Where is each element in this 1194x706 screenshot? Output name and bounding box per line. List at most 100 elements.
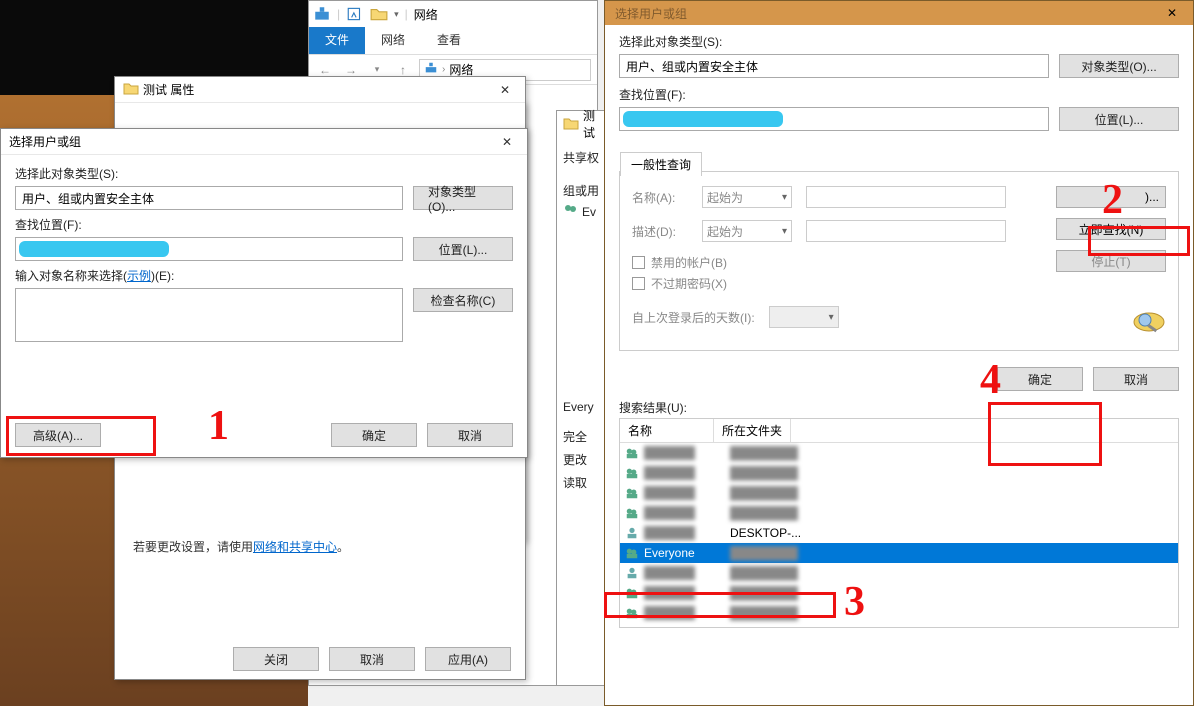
combo-value: 起始为	[707, 189, 743, 206]
title-text: 选择用户或组	[615, 5, 687, 22]
example-link[interactable]: 示例	[127, 269, 151, 283]
location-field	[15, 237, 403, 261]
properties-title: 测试 属性	[143, 81, 194, 98]
check-names-button[interactable]: 检查名称(C)	[413, 288, 513, 312]
enter-names-label-prefix: 输入对象名称来选择(	[15, 269, 127, 283]
result-row[interactable]: ██████████████	[620, 463, 1178, 483]
result-name: ██████	[644, 566, 726, 580]
select-users-adv-titlebar[interactable]: 选择用户或组 ✕	[605, 1, 1193, 25]
common-query-group: 一般性查询 名称(A): 起始为▾ 描述(D): 起始为▾ 禁用的帐户(B) 不…	[619, 171, 1179, 351]
full-control-label: 完全	[563, 428, 599, 445]
ok-button[interactable]: 确定	[331, 423, 417, 447]
result-row[interactable]: ██████████████	[620, 503, 1178, 523]
result-row[interactable]: ██████████████	[620, 563, 1178, 583]
object-type-field: 用户、组或内置安全主体	[15, 186, 403, 210]
find-now-button[interactable]: 立即查找(N)	[1056, 218, 1166, 240]
user-icon	[624, 566, 640, 580]
group-icon	[624, 586, 640, 600]
object-type-label: 选择此对象类型(S):	[15, 165, 513, 182]
results-list[interactable]: 名称 所在文件夹 ███████████████████████████████…	[619, 418, 1179, 628]
file-tab[interactable]: 文件	[309, 27, 365, 54]
result-folder: ████████	[730, 446, 798, 460]
group-icon	[624, 466, 640, 480]
enter-names-label-suffix: )(E):	[151, 269, 174, 283]
chevron-right-icon: ›	[442, 64, 445, 75]
properties-titlebar[interactable]: 测试 属性 ✕	[115, 77, 525, 103]
results-header[interactable]: 名称 所在文件夹	[620, 419, 1178, 443]
select-users-dialog: 选择用户或组 ✕ 选择此对象类型(S): 用户、组或内置安全主体 对象类型(O)…	[0, 128, 528, 458]
explorer-title: 网络	[414, 6, 438, 23]
view-tab[interactable]: 查看	[421, 27, 477, 54]
col-name-header[interactable]: 名称	[620, 419, 714, 442]
disabled-accounts-checkbox[interactable]: 禁用的帐户(B)	[632, 254, 1056, 271]
properties-quick-icon[interactable]	[346, 5, 364, 23]
app-icon	[313, 5, 331, 23]
col-folder-header[interactable]: 所在文件夹	[714, 419, 791, 442]
cancel-button[interactable]: 取消	[427, 423, 513, 447]
result-row[interactable]: ██████████████	[620, 603, 1178, 623]
result-name: Everyone	[644, 546, 726, 560]
group-icon	[624, 506, 640, 520]
qat-separator2: |	[405, 7, 408, 21]
chevron-down-icon: ▾	[782, 226, 787, 237]
result-folder: ████████	[730, 466, 798, 480]
columns-button[interactable]: )...	[1056, 186, 1166, 208]
result-row[interactable]: ██████████████	[620, 443, 1178, 463]
common-query-tab[interactable]: 一般性查询	[620, 152, 702, 176]
result-row[interactable]: ██████████████	[620, 583, 1178, 603]
object-types-button[interactable]: 对象类型(O)...	[413, 186, 513, 210]
desc-filter-combo[interactable]: 起始为▾	[702, 220, 792, 242]
checkbox-label: 禁用的帐户(B)	[651, 254, 727, 271]
search-results-icon	[1132, 307, 1166, 340]
name-filter-input[interactable]	[806, 186, 1006, 208]
object-names-input[interactable]	[15, 288, 403, 342]
result-name: ██████	[644, 446, 726, 460]
settings-hint-prefix: 若要更改设置，请使用	[133, 540, 253, 554]
object-type-field: 用户、组或内置安全主体	[619, 54, 1049, 78]
ok-button[interactable]: 确定	[997, 367, 1083, 391]
folder-icon	[563, 116, 579, 133]
result-name: ██████	[644, 466, 726, 480]
location-label: 查找位置(F):	[619, 86, 1179, 103]
result-row[interactable]: Everyone████████	[620, 543, 1178, 563]
result-row[interactable]: ██████████████	[620, 483, 1178, 503]
desc-filter-input[interactable]	[806, 220, 1006, 242]
explorer-titlebar[interactable]: | ▾ | 网络	[309, 1, 597, 27]
object-types-button[interactable]: 对象类型(O)...	[1059, 54, 1179, 78]
result-row[interactable]: ██████DESKTOP-...	[620, 523, 1178, 543]
stop-button[interactable]: 停止(T)	[1056, 250, 1166, 272]
everyone-short[interactable]: Ev	[582, 205, 596, 219]
qat-dropdown-icon[interactable]: ▾	[394, 9, 399, 20]
folder-quick-icon[interactable]	[370, 5, 388, 23]
nonexpiring-checkbox[interactable]: 不过期密码(X)	[632, 275, 1056, 292]
select-users-titlebar[interactable]: 选择用户或组 ✕	[1, 129, 527, 155]
days-since-label: 自上次登录后的天数(I):	[632, 309, 755, 326]
close-button[interactable]: 关闭	[233, 647, 319, 671]
cancel-button[interactable]: 取消	[329, 647, 415, 671]
select-users-advanced-dialog: 选择用户或组 ✕ 选择此对象类型(S): 用户、组或内置安全主体 对象类型(O)…	[604, 0, 1194, 706]
result-folder: ████████	[730, 606, 798, 620]
result-folder: ████████	[730, 566, 798, 580]
locations-button[interactable]: 位置(L)...	[413, 237, 513, 261]
close-icon[interactable]: ✕	[493, 132, 521, 152]
chevron-down-icon: ▾	[782, 192, 787, 203]
group-icon	[563, 203, 579, 220]
name-filter-combo[interactable]: 起始为 ▾	[702, 186, 792, 208]
result-name: ██████	[644, 486, 726, 500]
result-folder: ████████	[730, 586, 798, 600]
result-name: ██████	[644, 586, 726, 600]
name-filter-label: 名称(A):	[632, 189, 688, 206]
locations-button[interactable]: 位置(L)...	[1059, 107, 1179, 131]
apply-a-button[interactable]: 应用(A)	[425, 647, 511, 671]
close-icon[interactable]: ✕	[1157, 3, 1187, 23]
network-center-link[interactable]: 网络和共享中心	[253, 540, 337, 554]
desc-filter-label: 描述(D):	[632, 223, 688, 240]
group-icon	[624, 446, 640, 460]
days-combo: ▾	[769, 306, 839, 328]
group-icon	[624, 486, 640, 500]
close-icon[interactable]: ✕	[491, 80, 519, 100]
network-tab[interactable]: 网络	[365, 27, 421, 54]
cancel-button[interactable]: 取消	[1093, 367, 1179, 391]
perm-title: 测试	[583, 107, 599, 141]
user-icon	[624, 526, 640, 540]
